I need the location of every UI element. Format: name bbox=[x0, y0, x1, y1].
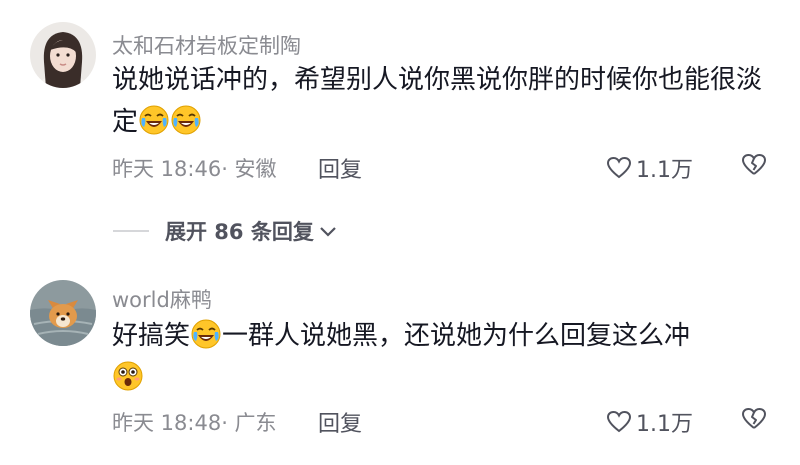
reply-button[interactable]: 回复 bbox=[318, 152, 362, 184]
dislike-button[interactable] bbox=[740, 406, 768, 436]
like-button[interactable]: 1.1万 bbox=[606, 406, 693, 438]
like-count: 1.1万 bbox=[636, 158, 693, 183]
heart-icon bbox=[606, 156, 632, 179]
comment-text-content: 说她说话冲的，希望别人说你黑说你胖的时候你也能很淡定 bbox=[112, 65, 763, 137]
comment-meta: 昨天 18:46· 安徽 bbox=[112, 157, 277, 181]
username[interactable]: world麻鸭 bbox=[112, 284, 212, 314]
avatar[interactable] bbox=[30, 280, 96, 346]
laugh-cry-emoji-icon bbox=[139, 105, 169, 135]
broken-heart-icon bbox=[742, 408, 766, 429]
dislike-button[interactable] bbox=[740, 152, 768, 182]
comment-text-before: 好搞笑 bbox=[112, 321, 191, 351]
username[interactable]: 太和石材岩板定制陶 bbox=[112, 30, 301, 60]
comment-meta: 昨天 18:48· 广东 bbox=[112, 411, 277, 435]
shocked-face-emoji-icon bbox=[113, 361, 143, 391]
comment-text-after: 一群人说她黑，还说她为什么回复这么冲 bbox=[222, 321, 691, 351]
laugh-cry-emoji-icon bbox=[171, 105, 201, 135]
comment-text: 好搞笑 一群人说她黑，还说她为什么回复这么冲 bbox=[112, 315, 762, 399]
heart-icon bbox=[606, 410, 632, 433]
like-count: 1.1万 bbox=[636, 412, 693, 437]
like-button[interactable]: 1.1万 bbox=[606, 152, 693, 184]
laugh-cry-emoji-icon bbox=[191, 319, 221, 349]
avatar[interactable] bbox=[30, 22, 96, 88]
comment-text: 说她说话冲的，希望别人说你黑说你胖的时候你也能很淡定 bbox=[112, 59, 762, 143]
expand-replies-button[interactable]: 展开 86 条回复 bbox=[113, 216, 338, 246]
chevron-down-icon bbox=[320, 227, 336, 237]
expand-replies-label: 展开 86 条回复 bbox=[165, 220, 314, 244]
broken-heart-icon bbox=[742, 154, 766, 175]
reply-button[interactable]: 回复 bbox=[318, 406, 362, 438]
divider-line bbox=[113, 230, 149, 232]
